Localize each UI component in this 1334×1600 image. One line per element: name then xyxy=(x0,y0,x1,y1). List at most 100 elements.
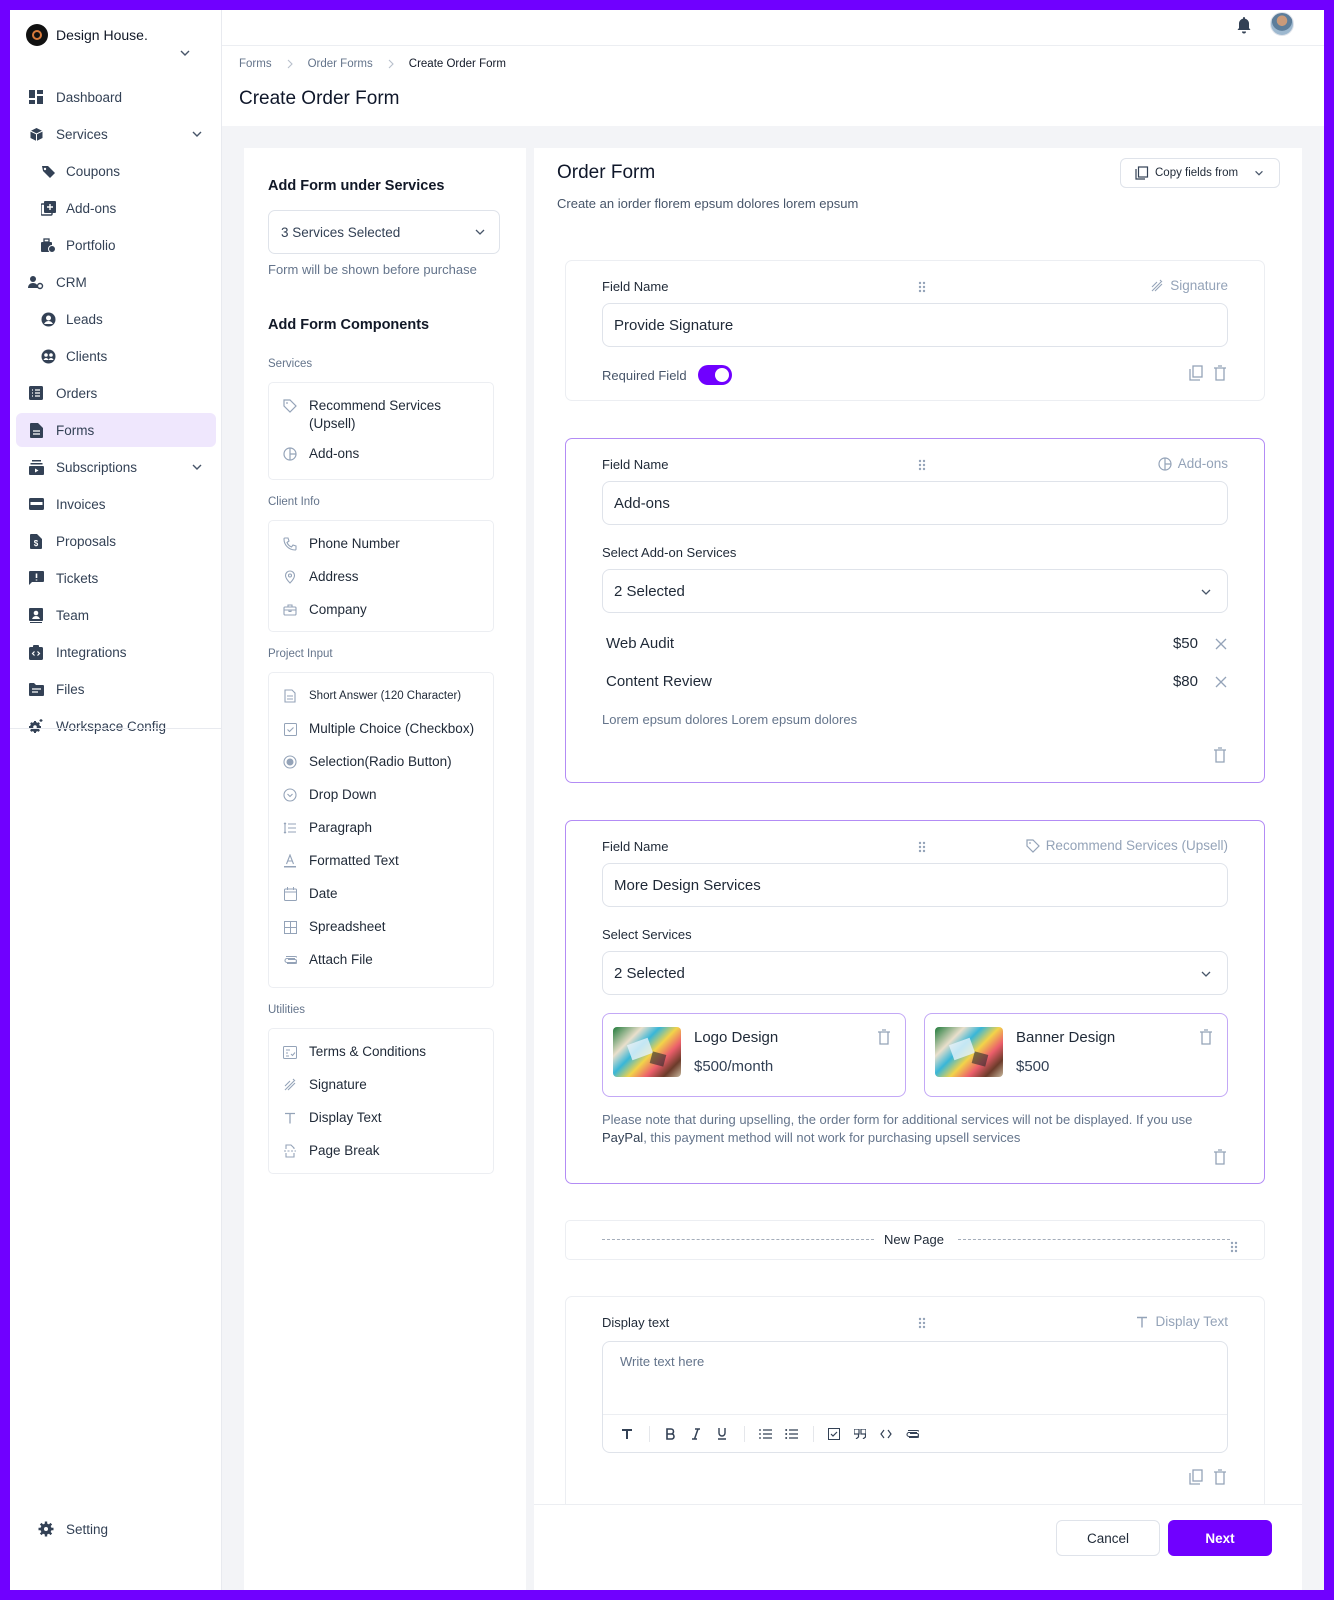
duplicate-icon[interactable] xyxy=(1188,365,1204,381)
component-terms-conditions[interactable]: Terms & Conditions xyxy=(269,1037,493,1070)
grid-icon xyxy=(283,920,297,934)
dashboard-icon xyxy=(28,89,44,105)
drag-handle-icon[interactable] xyxy=(917,1317,927,1329)
italic-icon[interactable] xyxy=(688,1426,704,1442)
services-select[interactable]: 3 Services Selected xyxy=(268,210,500,254)
sidebar-item-leads[interactable]: Leads xyxy=(16,302,216,336)
quote-icon[interactable] xyxy=(852,1426,868,1442)
field-name-input[interactable]: Provide Signature xyxy=(602,303,1228,347)
checklist-icon[interactable] xyxy=(826,1426,842,1442)
component-multiple-choice[interactable]: Multiple Choice (Checkbox) xyxy=(269,714,493,747)
cancel-button[interactable]: Cancel xyxy=(1056,1520,1160,1556)
close-icon[interactable] xyxy=(1214,637,1228,651)
bullet-list-icon[interactable] xyxy=(783,1426,799,1442)
toolbar-divider xyxy=(744,1425,745,1442)
service-card[interactable]: Logo Design $500/month xyxy=(602,1013,906,1097)
next-button[interactable]: Next xyxy=(1168,1520,1272,1556)
page-break-field[interactable]: New Page xyxy=(565,1220,1265,1260)
trash-icon[interactable] xyxy=(1212,365,1228,381)
field-card-recommend-services[interactable]: Field Name Recommend Services (Upsell) M… xyxy=(565,820,1265,1184)
sidebar-item-forms[interactable]: Forms xyxy=(16,413,216,447)
sidebar-item-integrations[interactable]: Integrations xyxy=(16,635,216,669)
users-circle-icon xyxy=(40,348,56,364)
component-page-break[interactable]: Page Break xyxy=(269,1136,493,1169)
component-signature[interactable]: Signature xyxy=(269,1070,493,1103)
code-icon[interactable] xyxy=(878,1426,894,1442)
component-add-ons[interactable]: Add-ons xyxy=(269,439,493,472)
sidebar-item-setting[interactable]: Setting xyxy=(26,1512,108,1546)
sidebar-item-portfolio[interactable]: Portfolio xyxy=(16,228,216,262)
link-icon[interactable] xyxy=(904,1426,920,1442)
field-name-input[interactable]: More Design Services xyxy=(602,863,1228,907)
field-name-input[interactable]: Add-ons xyxy=(602,481,1228,525)
calendar-icon xyxy=(283,887,297,901)
close-icon[interactable] xyxy=(1214,675,1228,689)
group-label-services: Services xyxy=(268,358,313,370)
copy-fields-from-button[interactable]: Copy fields from xyxy=(1120,158,1280,188)
trash-icon[interactable] xyxy=(877,1029,891,1045)
sidebar-item-files[interactable]: Files xyxy=(16,672,216,706)
sidebar-item-subscriptions[interactable]: Subscriptions xyxy=(16,450,216,484)
workspace-switcher[interactable]: Design House. xyxy=(26,24,148,46)
chevron-down-icon[interactable] xyxy=(190,460,204,474)
component-short-answer[interactable]: Short Answer (120 Character) xyxy=(269,681,493,714)
trash-icon[interactable] xyxy=(1212,1469,1228,1485)
sidebar-item-team[interactable]: Team xyxy=(16,598,216,632)
component-selection-radio[interactable]: Selection(Radio Button) xyxy=(269,747,493,780)
addon-services-select[interactable]: 2 Selected xyxy=(602,569,1228,613)
component-paragraph[interactable]: Paragraph xyxy=(269,813,493,846)
trash-icon[interactable] xyxy=(1212,1149,1228,1165)
component-address[interactable]: Address xyxy=(269,562,493,595)
field-card-add-ons[interactable]: Field Name Add-ons Add-ons Select Add-on… xyxy=(565,438,1265,783)
service-card[interactable]: Banner Design $500 xyxy=(924,1013,1228,1097)
required-field-toggle[interactable] xyxy=(697,365,732,385)
breadcrumb-forms[interactable]: Forms xyxy=(239,58,272,70)
sidebar-item-orders[interactable]: Orders xyxy=(16,376,216,410)
component-drop-down[interactable]: Drop Down xyxy=(269,780,493,813)
field-card-signature[interactable]: Field Name Signature Provide Signature R… xyxy=(565,260,1265,401)
sidebar-item-add-ons[interactable]: Add-ons xyxy=(16,191,216,225)
sidebar-item-dashboard[interactable]: Dashboard xyxy=(16,80,216,114)
services-select[interactable]: 2 Selected xyxy=(602,951,1228,995)
bell-icon[interactable] xyxy=(1236,16,1252,34)
upsell-note-text: Please note that during upselling, the o… xyxy=(602,1112,1193,1127)
components-heading: Add Form Components xyxy=(268,317,430,333)
sidebar-item-tickets[interactable]: Tickets xyxy=(16,561,216,595)
service-name: Banner Design xyxy=(1016,1029,1116,1046)
component-company[interactable]: Company xyxy=(269,595,493,628)
underline-icon[interactable] xyxy=(714,1426,730,1442)
breadcrumb-order-forms[interactable]: Order Forms xyxy=(308,58,373,70)
text-style-icon[interactable] xyxy=(619,1426,635,1442)
drag-handle-icon[interactable] xyxy=(917,459,927,471)
drag-handle-icon[interactable] xyxy=(1229,1241,1239,1253)
component-display-text[interactable]: Display Text xyxy=(269,1103,493,1136)
user-avatar[interactable] xyxy=(1270,12,1294,36)
ordered-list-icon[interactable] xyxy=(757,1426,773,1442)
sidebar-item-crm[interactable]: CRM xyxy=(16,265,216,299)
sidebar-item-proposals[interactable]: $ Proposals xyxy=(16,524,216,558)
component-attach-file[interactable]: Attach File xyxy=(269,945,493,978)
chevron-down-icon[interactable] xyxy=(178,46,192,60)
sidebar-item-clients[interactable]: Clients xyxy=(16,339,216,373)
page-title: Create Order Form xyxy=(239,88,400,109)
sidebar-item-workspace-config[interactable]: Workspace Config xyxy=(16,709,216,743)
trash-icon[interactable] xyxy=(1199,1029,1213,1045)
sidebar-item-invoices[interactable]: Invoices xyxy=(16,487,216,521)
sidebar-item-services[interactable]: Services xyxy=(16,117,216,151)
chevron-right-icon xyxy=(383,58,399,70)
drag-handle-icon[interactable] xyxy=(917,281,927,293)
component-phone-number[interactable]: Phone Number xyxy=(269,529,493,562)
bold-icon[interactable] xyxy=(662,1426,678,1442)
field-card-display-text[interactable]: Display text Display Text Write text her… xyxy=(565,1296,1265,1516)
chevron-down-icon[interactable] xyxy=(190,127,204,141)
component-spreadsheet[interactable]: Spreadsheet xyxy=(269,912,493,945)
component-formatted-text[interactable]: Formatted Text xyxy=(269,846,493,879)
form-builder: Order Form Create an iorder florem epsum… xyxy=(534,148,1302,1590)
duplicate-icon[interactable] xyxy=(1188,1469,1204,1485)
sidebar-item-coupons[interactable]: Coupons xyxy=(16,154,216,188)
trash-icon[interactable] xyxy=(1212,747,1228,763)
drag-handle-icon[interactable] xyxy=(917,841,927,853)
rich-text-editor[interactable]: Write text here xyxy=(602,1341,1228,1453)
component-recommend-services[interactable]: Recommend Services (Upsell) xyxy=(269,391,493,439)
component-date[interactable]: Date xyxy=(269,879,493,912)
